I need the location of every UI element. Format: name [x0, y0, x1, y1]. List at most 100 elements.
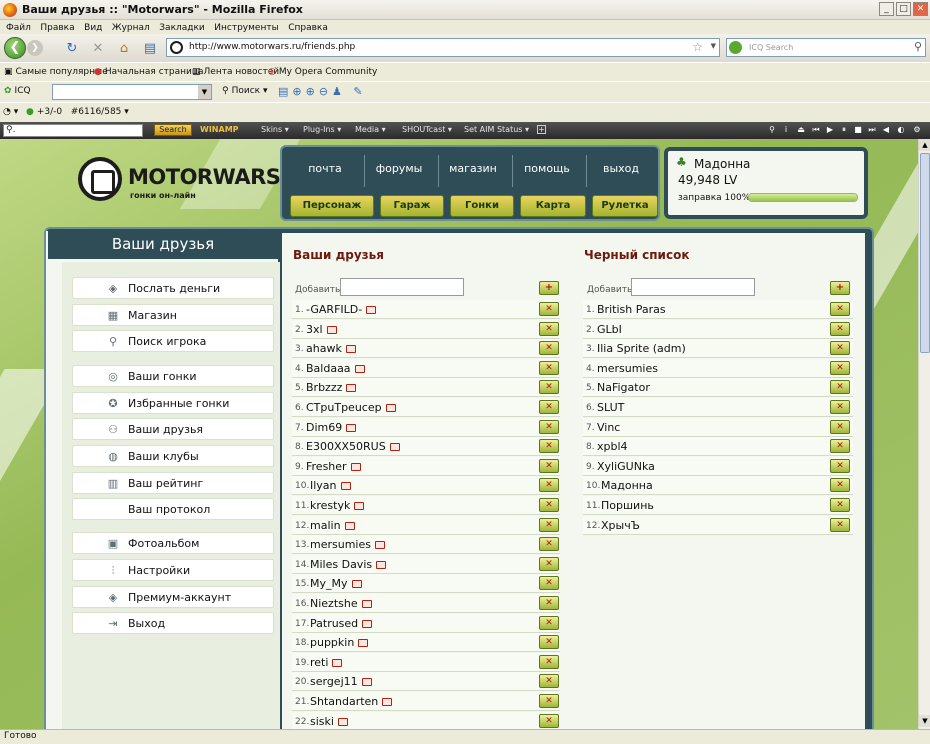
- envelope-icon[interactable]: [366, 306, 377, 314]
- friend-name[interactable]: krestyk: [310, 499, 365, 512]
- friend-remove-button[interactable]: ✕: [539, 341, 559, 356]
- sidebar-item[interactable]: ▦ Магазин: [72, 304, 274, 326]
- nav-forums[interactable]: форумы: [364, 162, 434, 175]
- friend-name[interactable]: My_My: [310, 577, 362, 590]
- home-button[interactable]: ⌂: [116, 41, 132, 57]
- blacklist-name[interactable]: XyliGUNka: [597, 460, 655, 473]
- friend-name[interactable]: E300XX50RUS: [306, 440, 400, 453]
- blacklist-name[interactable]: xpbl4: [597, 440, 628, 453]
- blacklist-name[interactable]: GLbI: [597, 323, 622, 336]
- friend-name[interactable]: Patrused: [310, 617, 373, 630]
- sidebar-item[interactable]: ◈ Премиум-аккаунт: [72, 586, 274, 608]
- url-dropdown-icon[interactable]: ▼: [711, 42, 716, 50]
- friend-name[interactable]: Dim69: [306, 421, 357, 434]
- winamp-prev-icon[interactable]: ⏮: [811, 125, 821, 135]
- friend-name[interactable]: malin: [310, 519, 355, 532]
- sidebar-item[interactable]: ▥ Ваш рейтинг: [72, 472, 274, 494]
- blacklist-name[interactable]: Мадонна: [601, 479, 653, 492]
- envelope-icon[interactable]: [382, 698, 393, 706]
- races-button[interactable]: Гонки: [450, 195, 514, 217]
- bookmark-star-icon[interactable]: ☆: [692, 40, 703, 54]
- maximize-button[interactable]: □: [896, 2, 911, 16]
- icq-tool-icons[interactable]: ▤⊕⊕⊖♟ ✎: [278, 85, 367, 98]
- blacklist-remove-button[interactable]: ✕: [830, 517, 850, 532]
- back-button[interactable]: ❮: [4, 37, 26, 59]
- friend-name[interactable]: puppkin: [310, 636, 369, 649]
- winamp-aim-menu[interactable]: Set AIM Status ▾: [464, 125, 529, 134]
- options-button[interactable]: ◔ ▾: [3, 107, 18, 117]
- blacklist-name[interactable]: mersumies: [597, 362, 658, 375]
- friend-remove-button[interactable]: ✕: [539, 478, 559, 493]
- friend-name[interactable]: Fresher: [306, 460, 361, 473]
- sidebar-item[interactable]: ◈ Послать деньги: [72, 277, 274, 299]
- envelope-icon[interactable]: [346, 423, 357, 432]
- blacklist-remove-button[interactable]: ✕: [830, 341, 850, 356]
- blacklist-name[interactable]: Поршинь: [601, 499, 654, 512]
- friend-remove-button[interactable]: ✕: [539, 380, 559, 395]
- sidebar-item[interactable]: ▣ Фотоальбом: [72, 532, 274, 554]
- friend-remove-button[interactable]: ✕: [539, 498, 559, 512]
- bookmark-news-feed[interactable]: ▥ Лента новостей: [192, 67, 279, 77]
- sidebar-item[interactable]: Ваш протокол: [72, 498, 274, 520]
- minimize-button[interactable]: _: [879, 2, 894, 16]
- blacklist-remove-button[interactable]: ✕: [830, 419, 850, 434]
- friend-name[interactable]: CTpuTpeucep: [306, 401, 396, 414]
- sidebar-item[interactable]: ⇥ Выход: [72, 612, 274, 634]
- scroll-up-button[interactable]: ▲: [919, 139, 930, 151]
- menu-help[interactable]: Справка: [288, 21, 328, 35]
- forward-button[interactable]: ❯: [27, 40, 43, 56]
- friend-name[interactable]: mersumies: [310, 538, 385, 551]
- friend-remove-button[interactable]: ✕: [539, 615, 559, 630]
- winamp-shoutcast-menu[interactable]: SHOUTcast ▾: [402, 125, 452, 134]
- site-logo[interactable]: MOTORWARS.RU гонки он-лайн: [20, 139, 321, 221]
- blacklist-name[interactable]: Vinc: [597, 421, 620, 434]
- icq-search-button[interactable]: ⚲ Поиск ▾: [222, 86, 268, 96]
- friend-remove-button[interactable]: ✕: [539, 654, 559, 669]
- winamp-settings-icon[interactable]: ⚙: [912, 125, 922, 135]
- bookmark-most-visited[interactable]: ▣ Самые популярные: [4, 67, 108, 77]
- bookmark-home-page[interactable]: ● Начальная страница: [94, 67, 204, 77]
- friend-remove-button[interactable]: ✕: [539, 596, 559, 610]
- page-icon-button[interactable]: ▤: [142, 41, 158, 57]
- winamp-info-icon[interactable]: i: [781, 125, 791, 135]
- friend-remove-button[interactable]: ✕: [539, 439, 559, 454]
- friend-remove-button[interactable]: ✕: [539, 400, 559, 414]
- character-button[interactable]: Персонаж: [290, 195, 374, 217]
- scroll-down-button[interactable]: ▼: [919, 715, 930, 727]
- search-go-icon[interactable]: ⚲: [914, 40, 922, 53]
- friend-remove-button[interactable]: ✕: [539, 556, 559, 571]
- blacklist-name[interactable]: NaFigator: [597, 381, 650, 394]
- blacklist-name[interactable]: British Paras: [597, 303, 666, 316]
- blacklist-remove-button[interactable]: ✕: [830, 458, 850, 473]
- friend-remove-button[interactable]: ✕: [539, 537, 559, 552]
- blacklist-add-input[interactable]: [631, 278, 755, 296]
- envelope-icon[interactable]: [326, 325, 337, 334]
- winamp-repeat-icon[interactable]: ◐: [896, 125, 906, 135]
- envelope-icon[interactable]: [351, 580, 362, 589]
- friend-name[interactable]: Shtandarten: [310, 695, 393, 708]
- icq-search-engine-icon[interactable]: [729, 41, 742, 54]
- nav-exit[interactable]: выход: [586, 162, 656, 175]
- winamp-search-icon[interactable]: ⚲: [767, 125, 777, 135]
- envelope-icon[interactable]: [361, 600, 372, 608]
- friend-name[interactable]: Baldaaa: [306, 362, 365, 375]
- icq-button[interactable]: ✿ ICQ: [4, 86, 31, 96]
- map-button[interactable]: Карта: [520, 195, 586, 217]
- friend-name[interactable]: siski: [310, 715, 348, 728]
- envelope-icon[interactable]: [340, 482, 351, 491]
- envelope-icon[interactable]: [345, 345, 356, 354]
- winamp-stop-icon[interactable]: ■: [853, 125, 863, 135]
- friend-remove-button[interactable]: ✕: [539, 458, 559, 473]
- winamp-media-menu[interactable]: Media ▾: [355, 125, 386, 134]
- sidebar-item[interactable]: ◎ Ваши гонки: [72, 365, 274, 387]
- menu-edit[interactable]: Правка: [40, 21, 74, 35]
- winamp-search-input[interactable]: ⚲.: [3, 124, 143, 137]
- winamp-eject-icon[interactable]: ⏏: [796, 125, 806, 135]
- friend-name[interactable]: sergej11: [310, 675, 372, 688]
- friend-remove-button[interactable]: ✕: [539, 419, 559, 434]
- friend-name[interactable]: Brbzzz: [306, 381, 357, 394]
- friend-name[interactable]: -GARFILD-: [306, 303, 377, 316]
- blacklist-remove-button[interactable]: ✕: [830, 478, 850, 493]
- nav-shop[interactable]: магазин: [438, 162, 508, 175]
- scroll-thumb[interactable]: [920, 153, 930, 353]
